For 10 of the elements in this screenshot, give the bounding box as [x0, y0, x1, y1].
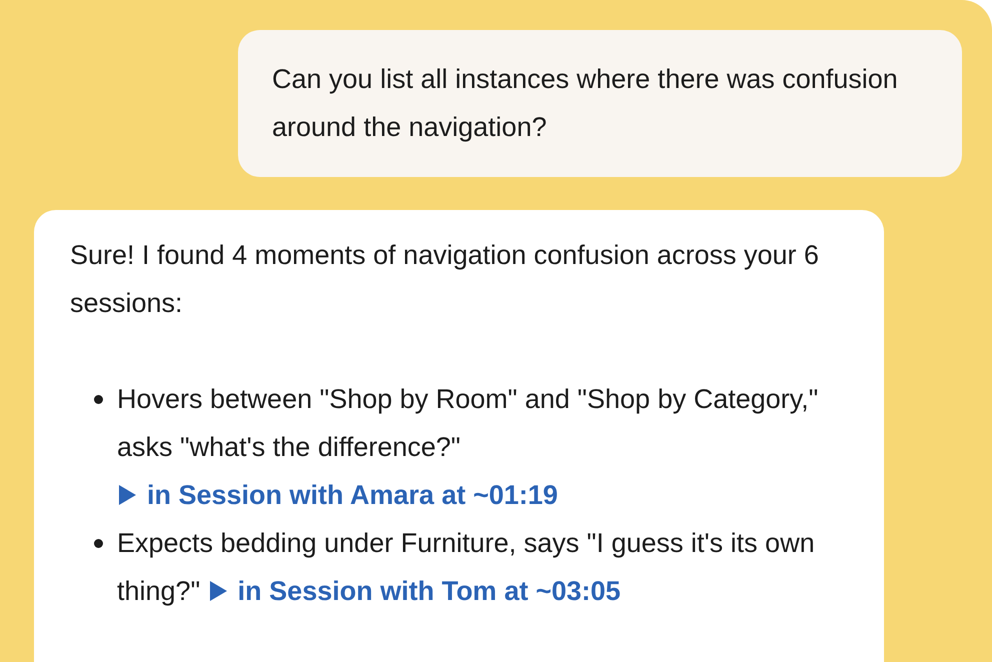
play-icon	[208, 580, 228, 602]
assistant-intro-text: Sure! I found 4 moments of navigation confusion across your 6 sessions:	[70, 239, 820, 320]
session-link[interactable]: in Session with Amara at ~01:19	[117, 480, 558, 510]
list-item-text: Hovers between "Shop by Room" and "Shop by Category," asks "what's the difference?" in Session with Amara at ~01:19	[117, 383, 820, 512]
user-message-bubble: Can you list all instances where there was confusion around the navigation?	[238, 30, 962, 177]
session-link[interactable]: in Session with Tom at ~03:05	[208, 576, 621, 606]
bullet-dot	[94, 539, 103, 548]
bullet-dot	[94, 395, 103, 404]
list-item-text: Expects bedding under Furniture, says "I guess it's its own thing?" in Session with Tom at ~03:05	[117, 527, 816, 608]
play-icon	[117, 484, 137, 506]
